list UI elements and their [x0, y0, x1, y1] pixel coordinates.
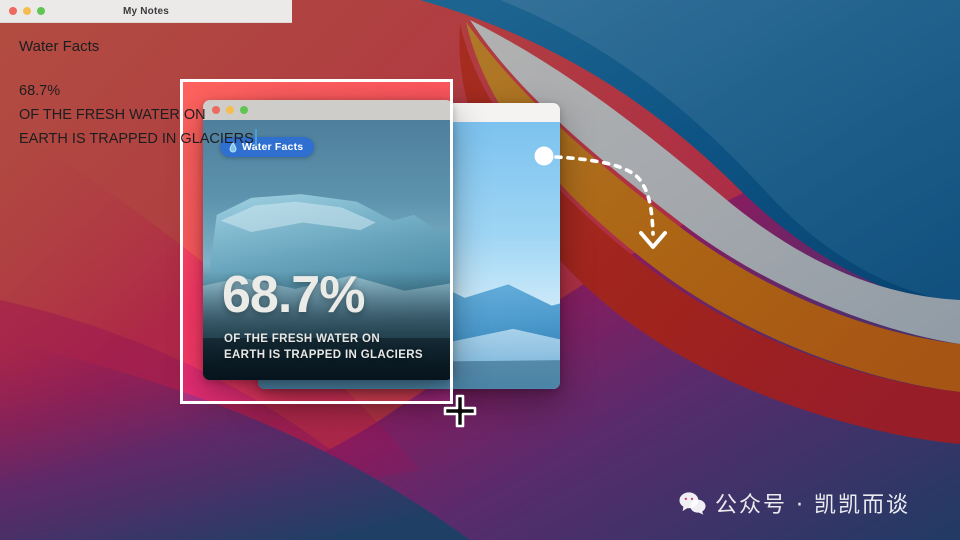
- drag-handle-circle: [534, 146, 554, 166]
- notes-text-area[interactable]: Water Facts 68.7% OF THE FRESH WATER ON …: [0, 23, 292, 151]
- titlebar-notes[interactable]: My Notes: [0, 0, 292, 23]
- notes-window-title: My Notes: [122, 5, 170, 17]
- notes-heading: Water Facts: [19, 38, 100, 55]
- notes-window[interactable]: My Notes Water Facts 68.7% OF THE FRESH …: [0, 0, 292, 172]
- drag-arrow-art: [534, 146, 667, 249]
- drag-arrow-annotation: [520, 138, 680, 263]
- watermark: 公众号 · 凯凯而谈: [679, 487, 910, 519]
- crosshair-icon: [443, 394, 477, 428]
- wechat-icon: [679, 492, 706, 515]
- watermark-text: 公众号 · 凯凯而谈: [715, 493, 910, 518]
- notes-body-text: 68.7% OF THE FRESH WATER ON EARTH IS TRA…: [19, 79, 273, 151]
- drag-path-dashed: [554, 155, 655, 236]
- crosshair-cursor: [443, 394, 477, 428]
- text-caret: [254, 129, 257, 146]
- notes-body-span: 68.7% OF THE FRESH WATER ON EARTH IS TRA…: [19, 83, 254, 147]
